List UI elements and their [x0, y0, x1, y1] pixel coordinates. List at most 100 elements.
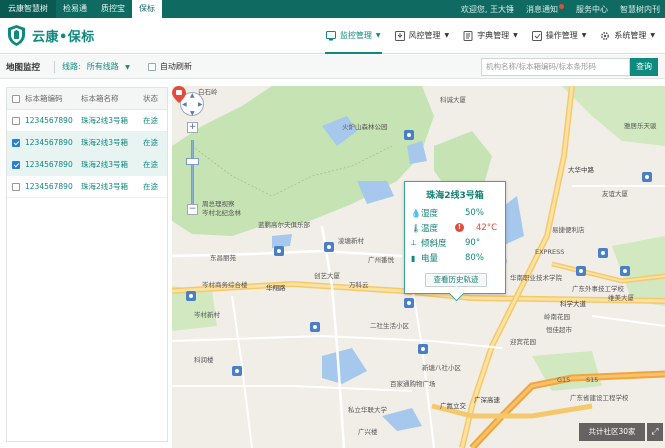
- table-row[interactable]: 1234567890 珠海2线3号箱 在途: [7, 154, 167, 176]
- map-label: 迎宾花园: [510, 338, 536, 346]
- logo[interactable]: 云康•保标: [8, 25, 95, 46]
- chevron-down-icon: ▼: [375, 32, 381, 39]
- service-center-link[interactable]: 服务中心: [576, 4, 608, 15]
- map-label: 大华中路: [568, 166, 594, 174]
- nav-operation[interactable]: 操作管理 ▼: [525, 18, 594, 54]
- map-label: S15: [586, 376, 599, 384]
- community-marker[interactable]: [310, 322, 320, 332]
- table-row[interactable]: 1234567890 珠海2线3号箱 在途: [7, 176, 167, 198]
- map-label: 友谊大厦: [602, 190, 628, 198]
- view-history-button[interactable]: 查看历史轨迹: [425, 273, 487, 287]
- chevron-down-icon: ▼: [513, 32, 518, 39]
- row-checkbox-cell: [7, 182, 25, 191]
- community-marker[interactable]: [404, 130, 414, 140]
- map-label: 岑村北纪念林: [202, 209, 241, 217]
- zoom-in-button[interactable]: +: [187, 122, 198, 133]
- auto-refresh-checkbox[interactable]: [147, 62, 156, 71]
- battery-value: 80%: [465, 253, 484, 263]
- map-view[interactable]: 白石岭 科诚大厦 火炉山森林公园 周总理视察 岑村北纪念林 蓝鹏高尔夫俱乐部 凌…: [172, 86, 665, 448]
- box-status: 在途: [143, 160, 158, 169]
- map-label: 凌塘新村: [338, 237, 364, 245]
- community-marker[interactable]: [186, 291, 196, 301]
- map-label: 岑村新村: [194, 311, 220, 319]
- map-label: 华南职业技术学院: [510, 274, 562, 282]
- search-button[interactable]: 查询: [630, 58, 658, 76]
- map-label: 新塘八社小区: [422, 364, 461, 372]
- community-marker[interactable]: [324, 242, 334, 252]
- box-code: 1234567890: [25, 160, 73, 169]
- map-label: 维美大厦: [608, 294, 634, 302]
- table-row[interactable]: 1234567890 珠海2线3号箱 在途: [7, 110, 167, 132]
- community-marker[interactable]: [620, 266, 630, 276]
- thermometer-icon: 🌡: [411, 223, 422, 233]
- journal-link[interactable]: 智慧树内刊: [620, 4, 660, 15]
- community-marker[interactable]: [232, 366, 242, 376]
- community-marker[interactable]: [598, 248, 608, 258]
- operation-icon: [531, 30, 542, 41]
- zoom-slider-track[interactable]: [191, 140, 194, 210]
- zoom-slider-handle[interactable]: [186, 158, 199, 165]
- tab-jianyitong[interactable]: 检易通: [56, 0, 94, 18]
- map-label: 火炉山森林公园: [342, 123, 388, 131]
- row-checkbox-cell: [7, 116, 25, 125]
- box-code: 1234567890: [25, 138, 73, 147]
- nav-monitor[interactable]: 监控管理 ▼: [319, 18, 388, 54]
- community-marker[interactable]: [274, 246, 284, 256]
- box-location-marker-icon[interactable]: [172, 86, 186, 103]
- divider: [54, 60, 56, 73]
- search-input[interactable]: 机构名称/标本箱编码/标本条形码: [481, 58, 630, 76]
- main-header: 云康•保标 监控管理 ▼ 风控管理 ▼ 字典管理 ▼ 操作管理 ▼ 系统管理 ▼: [0, 18, 665, 54]
- temperature-row: 🌡 温度 ! 42°C: [411, 222, 499, 234]
- temperature-value: 42°C: [476, 223, 498, 233]
- pan-right-icon: ▶: [198, 101, 203, 108]
- row-checkbox[interactable]: [12, 182, 20, 191]
- map-label: 广兴楼: [358, 428, 378, 436]
- column-header-status: 状态: [143, 94, 158, 103]
- tab-yunkang[interactable]: 云康智慧树: [0, 0, 56, 18]
- battery-icon: ▮: [411, 253, 416, 263]
- map-label: 广东省建设工程学校: [570, 394, 629, 402]
- box-name: 珠海2线3号箱: [81, 182, 129, 191]
- main-nav: 监控管理 ▼ 风控管理 ▼ 字典管理 ▼ 操作管理 ▼ 系统管理 ▼: [319, 18, 662, 54]
- community-marker[interactable]: [642, 172, 652, 182]
- tilt-value: 90°: [465, 238, 481, 248]
- select-all-checkbox[interactable]: [12, 94, 20, 103]
- community-marker[interactable]: [576, 266, 586, 276]
- nav-risk[interactable]: 风控管理 ▼: [388, 18, 457, 54]
- chevron-down-icon: ▼: [125, 64, 130, 71]
- box-name: 珠海2线3号箱: [81, 138, 129, 147]
- row-checkbox[interactable]: [12, 160, 20, 169]
- route-select[interactable]: 所有线路 ▼: [87, 61, 130, 72]
- fullscreen-icon[interactable]: ⤢: [647, 423, 663, 441]
- community-marker[interactable]: [404, 298, 414, 308]
- table-row[interactable]: 1234567890 珠海2线3号箱 在途: [7, 132, 167, 154]
- map-label: 恒佳超市: [546, 326, 572, 334]
- nav-monitor-label: 监控管理: [339, 31, 372, 40]
- page-title: 地图监控: [6, 62, 41, 73]
- row-checkbox[interactable]: [12, 138, 20, 147]
- zoom-out-button[interactable]: −: [187, 204, 198, 215]
- messages-link[interactable]: 消息通知: [526, 3, 564, 15]
- shield-logo-icon: [8, 25, 25, 46]
- map-label: G15: [557, 376, 571, 384]
- droplet-icon: 💧: [411, 208, 421, 218]
- tab-baobiao[interactable]: 保标: [132, 0, 162, 18]
- tab-zhikongbao[interactable]: 质控宝: [94, 0, 132, 18]
- auto-refresh-toggle[interactable]: 自动刷新: [147, 61, 192, 72]
- pan-up-icon: ▲: [190, 92, 195, 99]
- map-label: 易捷便利店: [552, 226, 585, 234]
- logo-text: 云康•保标: [32, 30, 95, 45]
- humidity-label: 湿度: [421, 209, 439, 219]
- route-label: 线路:: [62, 62, 81, 71]
- nav-system[interactable]: 系统管理 ▼: [593, 18, 662, 54]
- box-name: 珠海2线3号箱: [81, 160, 129, 169]
- message-badge: [559, 3, 564, 9]
- map-label: 岑村商务综合楼: [202, 281, 248, 289]
- column-header-code: 标本箱编码: [25, 94, 63, 103]
- filter-toolbar: 地图监控 线路: 所有线路 ▼ 自动刷新 机构名称/标本箱编码/标本条形码 查询: [0, 55, 665, 79]
- tilt-row: ⟂ 倾斜度 90°: [411, 237, 499, 249]
- map-label: 雅居乐天骏: [624, 122, 657, 130]
- nav-dictionary[interactable]: 字典管理 ▼: [456, 18, 525, 54]
- community-marker[interactable]: [418, 344, 428, 354]
- row-checkbox[interactable]: [12, 116, 20, 125]
